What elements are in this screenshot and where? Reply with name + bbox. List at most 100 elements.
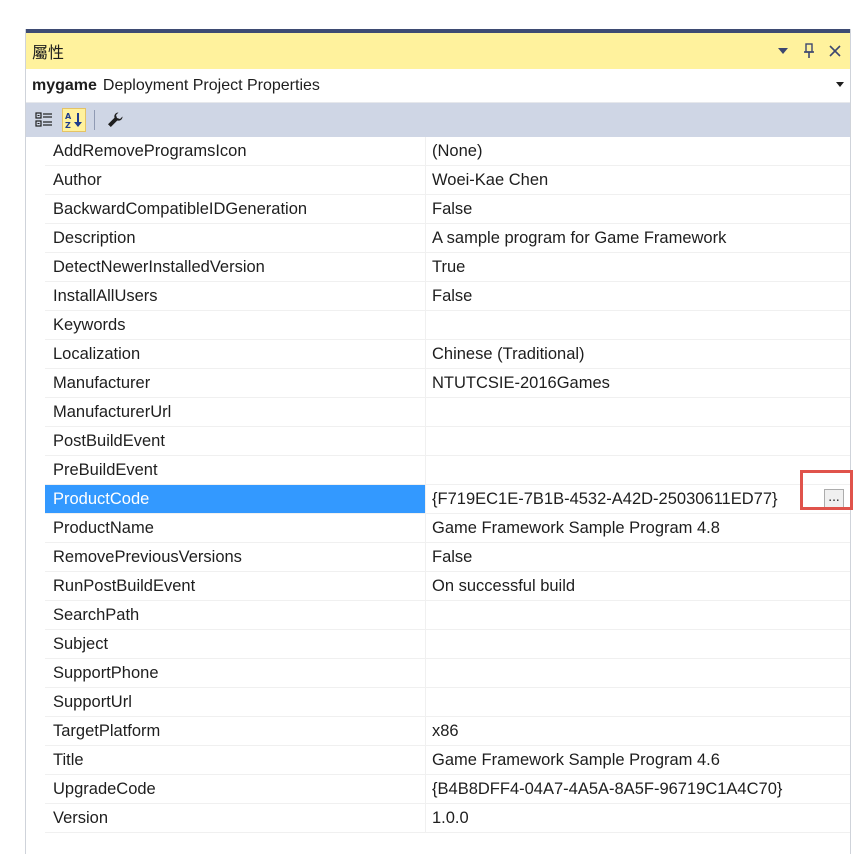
property-row[interactable]: Keywords: [26, 311, 850, 340]
property-name[interactable]: PreBuildEvent: [45, 456, 426, 485]
property-row[interactable]: Localization Chinese (Traditional): [26, 340, 850, 369]
property-value[interactable]: False: [426, 543, 850, 572]
property-value[interactable]: [426, 659, 850, 688]
titlebar-controls: [774, 41, 844, 61]
properties-toolbar: A Z: [26, 103, 850, 137]
property-pages-button[interactable]: [103, 108, 127, 132]
property-row[interactable]: PostBuildEvent: [26, 427, 850, 456]
property-value[interactable]: [426, 601, 850, 630]
row-gutter: [26, 253, 45, 282]
property-grid: AddRemoveProgramsIcon (None) Author Woei-Ka…: [26, 137, 850, 833]
property-name[interactable]: Localization: [45, 340, 426, 369]
row-gutter: [26, 166, 45, 195]
property-name[interactable]: ProductName: [45, 514, 426, 543]
row-gutter: [26, 311, 45, 340]
close-icon[interactable]: [826, 41, 844, 61]
property-value[interactable]: [426, 456, 850, 485]
property-value[interactable]: Game Framework Sample Program 4.6: [426, 746, 850, 775]
property-row[interactable]: RunPostBuildEvent On successful build: [26, 572, 850, 601]
row-gutter: [26, 659, 45, 688]
ellipsis-button[interactable]: ...: [824, 489, 844, 509]
property-value[interactable]: [426, 630, 850, 659]
chevron-down-icon[interactable]: [774, 41, 792, 61]
properties-panel: 屬性 mygame Deployment Project Properties …: [25, 29, 851, 854]
property-name[interactable]: RemovePreviousVersions: [45, 543, 426, 572]
property-name[interactable]: AddRemoveProgramsIcon: [45, 137, 426, 166]
property-row[interactable]: Manufacturer NTUTCSIE-2016Games: [26, 369, 850, 398]
categorized-button[interactable]: [32, 108, 56, 132]
property-name[interactable]: Keywords: [45, 311, 426, 340]
property-name[interactable]: BackwardCompatibleIDGeneration: [45, 195, 426, 224]
property-name[interactable]: Version: [45, 804, 426, 833]
property-value[interactable]: NTUTCSIE-2016Games: [426, 369, 850, 398]
property-row[interactable]: SupportUrl: [26, 688, 850, 717]
property-name[interactable]: DetectNewerInstalledVersion: [45, 253, 426, 282]
property-name[interactable]: PostBuildEvent: [45, 427, 426, 456]
property-value[interactable]: x86: [426, 717, 850, 746]
property-name[interactable]: ProductCode: [45, 485, 426, 514]
row-gutter: [26, 775, 45, 804]
property-value[interactable]: Chinese (Traditional): [426, 340, 850, 369]
row-gutter: [26, 601, 45, 630]
property-value[interactable]: A sample program for Game Framework: [426, 224, 850, 253]
property-name[interactable]: Author: [45, 166, 426, 195]
property-row[interactable]: UpgradeCode {B4B8DFF4-04A7-4A5A-8A5F-9671…: [26, 775, 850, 804]
property-value[interactable]: Game Framework Sample Program 4.8: [426, 514, 850, 543]
property-name[interactable]: Subject: [45, 630, 426, 659]
panel-titlebar[interactable]: 屬性: [26, 29, 850, 69]
property-row[interactable]: Author Woei-Kae Chen: [26, 166, 850, 195]
row-gutter: [26, 282, 45, 311]
property-row[interactable]: Title Game Framework Sample Program 4.6: [26, 746, 850, 775]
svg-text:A: A: [65, 112, 72, 121]
row-gutter: [26, 746, 45, 775]
alphabetical-button[interactable]: A Z: [62, 108, 86, 132]
property-row[interactable]: RemovePreviousVersions False: [26, 543, 850, 572]
property-row[interactable]: ProductName Game Framework Sample Program…: [26, 514, 850, 543]
chevron-down-icon[interactable]: [836, 79, 844, 90]
property-row[interactable]: ManufacturerUrl: [26, 398, 850, 427]
property-row[interactable]: AddRemoveProgramsIcon (None): [26, 137, 850, 166]
property-value[interactable]: {B4B8DFF4-04A7-4A5A-8A5F-96719C1A4C70}: [426, 775, 850, 804]
property-name[interactable]: ManufacturerUrl: [45, 398, 426, 427]
property-name[interactable]: SupportPhone: [45, 659, 426, 688]
property-value[interactable]: Woei-Kae Chen: [426, 166, 850, 195]
property-name[interactable]: Description: [45, 224, 426, 253]
row-gutter: [26, 543, 45, 572]
property-row[interactable]: SearchPath: [26, 601, 850, 630]
property-name[interactable]: RunPostBuildEvent: [45, 572, 426, 601]
property-name[interactable]: UpgradeCode: [45, 775, 426, 804]
property-value[interactable]: False: [426, 195, 850, 224]
property-row[interactable]: Description A sample program for Game Fra…: [26, 224, 850, 253]
row-gutter: [26, 137, 45, 166]
property-row[interactable]: DetectNewerInstalledVersion True: [26, 253, 850, 282]
property-value[interactable]: False: [426, 282, 850, 311]
alphabetical-icon: A Z: [65, 112, 82, 130]
property-value[interactable]: On successful build: [426, 572, 850, 601]
property-value[interactable]: (None): [426, 137, 850, 166]
property-row[interactable]: BackwardCompatibleIDGeneration False: [26, 195, 850, 224]
property-name[interactable]: TargetPlatform: [45, 717, 426, 746]
property-row[interactable]: Version 1.0.0: [26, 804, 850, 833]
row-gutter: [26, 427, 45, 456]
property-name[interactable]: InstallAllUsers: [45, 282, 426, 311]
property-row[interactable]: InstallAllUsers False: [26, 282, 850, 311]
object-selector[interactable]: mygame Deployment Project Properties: [26, 69, 850, 103]
property-value[interactable]: [426, 398, 850, 427]
property-row[interactable]: TargetPlatform x86: [26, 717, 850, 746]
property-value[interactable]: [426, 427, 850, 456]
property-name[interactable]: Title: [45, 746, 426, 775]
property-value[interactable]: True: [426, 253, 850, 282]
property-row[interactable]: ProductCode {F719EC1E-7B1B-4532-A42D-2503…: [26, 485, 850, 514]
property-value[interactable]: [426, 688, 850, 717]
row-gutter: [26, 456, 45, 485]
property-value[interactable]: {F719EC1E-7B1B-4532-A42D-25030611ED77}: [426, 485, 850, 514]
property-name[interactable]: SupportUrl: [45, 688, 426, 717]
property-row[interactable]: PreBuildEvent: [26, 456, 850, 485]
property-name[interactable]: SearchPath: [45, 601, 426, 630]
property-value[interactable]: [426, 311, 850, 340]
pin-icon[interactable]: [800, 41, 818, 61]
property-value[interactable]: 1.0.0: [426, 804, 850, 833]
property-name[interactable]: Manufacturer: [45, 369, 426, 398]
property-row[interactable]: SupportPhone: [26, 659, 850, 688]
property-row[interactable]: Subject: [26, 630, 850, 659]
